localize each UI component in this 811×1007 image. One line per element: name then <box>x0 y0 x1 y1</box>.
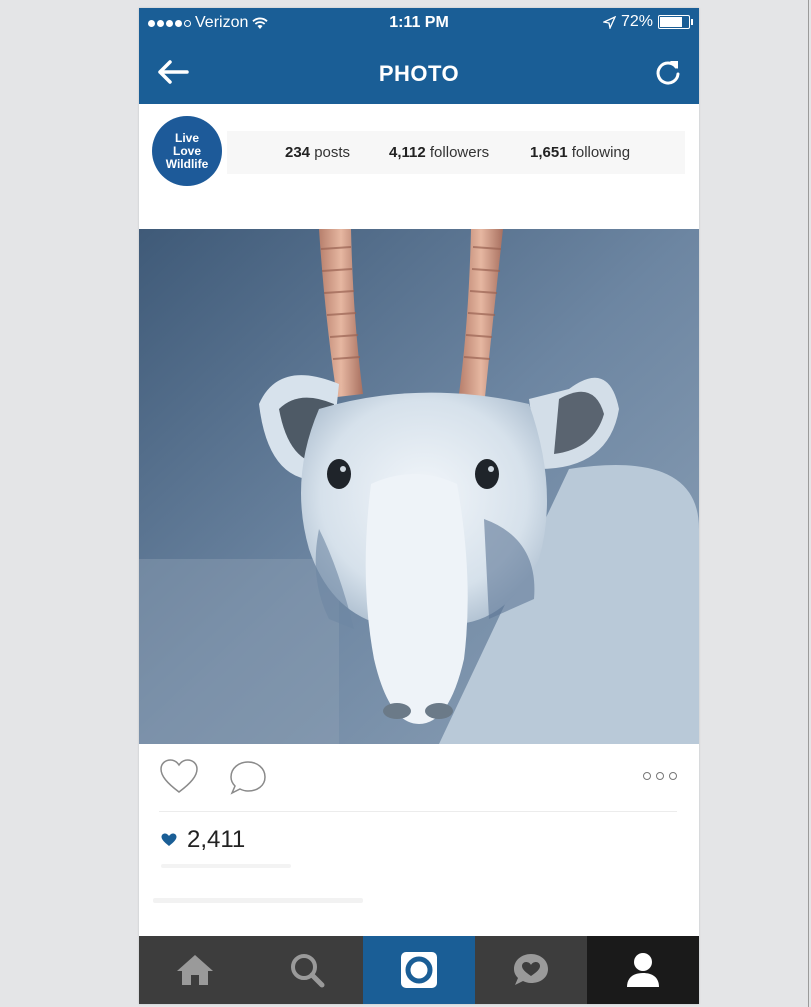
activity-icon <box>514 954 548 985</box>
comment-placeholder <box>153 898 363 903</box>
profile-header: Live Love Wildlife 234 posts 4,112 follo… <box>139 104 699 229</box>
battery-icon <box>658 15 693 29</box>
battery-percent: 72% <box>620 13 653 30</box>
avatar-line-3: Wildlife <box>165 156 209 171</box>
profile-stats: 234 posts 4,112 followers 1,651 followin… <box>227 131 685 174</box>
like-heart-icon[interactable] <box>159 759 199 795</box>
page-border <box>808 0 809 1007</box>
likes-row[interactable]: 2,411 <box>161 826 245 854</box>
following-label: following <box>571 144 631 161</box>
likes-count: 2,411 <box>187 826 246 853</box>
tab-bar <box>139 936 699 1004</box>
comment-bubble-icon[interactable] <box>229 760 267 796</box>
camera-icon <box>401 952 437 988</box>
search-icon <box>291 954 325 988</box>
avatar-line-1: Live <box>174 130 199 145</box>
home-icon <box>177 955 213 985</box>
followers-count: 4,112 <box>389 144 426 161</box>
posts-stat[interactable]: 234 posts <box>285 144 350 161</box>
profile-icon <box>627 953 659 987</box>
avatar[interactable]: Live Love Wildlife <box>152 116 222 186</box>
followers-label: followers <box>429 144 490 161</box>
nav-bar: PHOTO <box>139 40 699 104</box>
tab-profile[interactable] <box>587 936 699 1004</box>
more-options-icon[interactable] <box>643 772 677 780</box>
tab-home[interactable] <box>139 936 251 1004</box>
phone-screen: Verizon 1:11 PM 72% PHOTO Live Love Wild… <box>139 8 699 1004</box>
avatar-line-2: Love <box>172 143 201 158</box>
location-arrow-icon <box>602 15 616 29</box>
likes-heart-icon <box>161 833 177 846</box>
tab-search[interactable] <box>251 936 363 1004</box>
page-title: PHOTO <box>378 61 460 86</box>
following-stat[interactable]: 1,651 following <box>530 144 630 161</box>
refresh-icon[interactable] <box>653 58 683 88</box>
post-photo[interactable] <box>139 229 699 744</box>
saiga-antelope-photo <box>139 229 699 744</box>
followers-stat[interactable]: 4,112 followers <box>389 144 489 161</box>
divider <box>159 811 677 812</box>
posts-count: 234 <box>285 144 311 161</box>
status-bar: Verizon 1:11 PM 72% <box>139 8 699 40</box>
posts-label: posts <box>314 144 351 161</box>
caption-placeholder <box>161 864 291 868</box>
battery-group: 72% <box>602 13 693 31</box>
tab-camera[interactable] <box>363 936 475 1004</box>
post-actions <box>139 744 699 814</box>
tab-activity[interactable] <box>475 936 587 1004</box>
following-count: 1,651 <box>530 144 568 161</box>
